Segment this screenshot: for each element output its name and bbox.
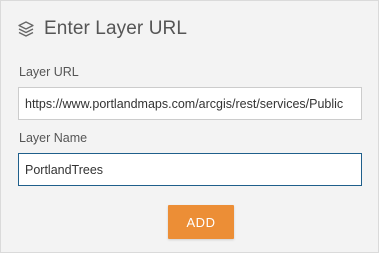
layer-url-input[interactable] [18, 87, 362, 120]
panel-title: Enter Layer URL [44, 18, 188, 39]
layer-url-label: Layer URL [19, 65, 79, 79]
add-button[interactable]: ADD [168, 205, 234, 239]
layer-name-input[interactable] [18, 153, 362, 186]
layer-name-label: Layer Name [19, 131, 88, 145]
panel-header: Enter Layer URL [17, 18, 187, 40]
enter-layer-url-panel: Enter Layer URL Layer URL Layer Name ADD [0, 0, 379, 253]
layers-icon [17, 20, 35, 38]
